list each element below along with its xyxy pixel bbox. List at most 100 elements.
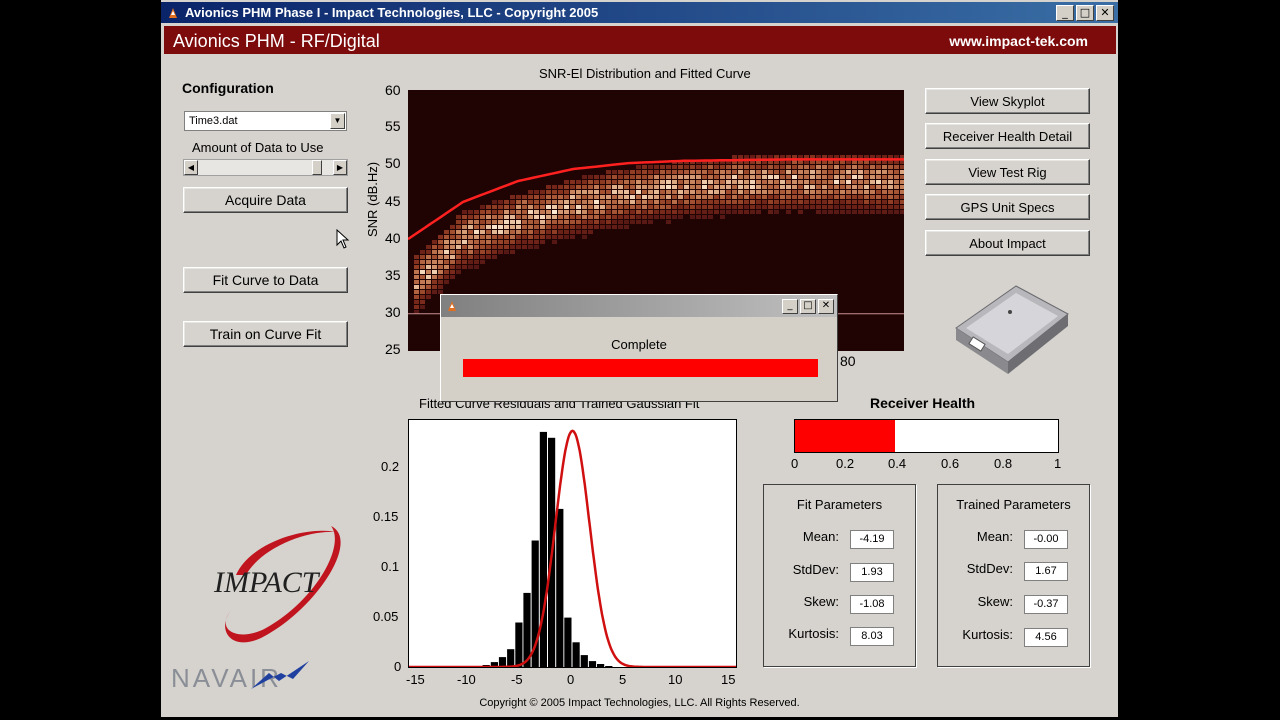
slider-right-arrow-icon[interactable]: ▶ bbox=[333, 160, 347, 175]
heatmap-cell bbox=[696, 165, 701, 169]
heatmap-cell bbox=[648, 210, 653, 214]
heatmap-cell bbox=[534, 210, 539, 214]
x-tick: 5 bbox=[619, 672, 627, 687]
heatmap-cell bbox=[414, 295, 419, 299]
fit-stddev-field[interactable]: 1.93 bbox=[850, 563, 894, 582]
heatmap-cell bbox=[438, 255, 443, 259]
configuration-select[interactable]: Time3.dat ▼ bbox=[184, 111, 347, 131]
heatmap-cell bbox=[648, 165, 653, 169]
heatmap-cell bbox=[414, 285, 419, 289]
heatmap-cell bbox=[732, 200, 737, 204]
heatmap-cell bbox=[534, 190, 539, 194]
heatmap-cell bbox=[498, 200, 503, 204]
heatmap-cell bbox=[696, 170, 701, 174]
heatmap-cell bbox=[834, 165, 839, 169]
heatmap-cell bbox=[438, 240, 443, 244]
heatmap-cell bbox=[876, 190, 881, 194]
dialog-maximize-button[interactable]: □ bbox=[800, 299, 816, 314]
view-test-rig-button[interactable]: View Test Rig bbox=[925, 159, 1090, 185]
fit-skew-field[interactable]: -1.08 bbox=[850, 595, 894, 614]
heatmap-cell bbox=[432, 240, 437, 244]
heatmap-cell bbox=[426, 280, 431, 284]
trained-kurtosis-field[interactable]: 4.56 bbox=[1024, 628, 1068, 647]
heatmap-cell bbox=[468, 245, 473, 249]
heatmap-cell bbox=[420, 305, 425, 309]
heatmap-cell bbox=[426, 260, 431, 264]
heatmap-cell bbox=[762, 200, 767, 204]
heatmap-cell bbox=[528, 245, 533, 249]
heatmap-cell bbox=[678, 165, 683, 169]
heatmap-cell bbox=[768, 210, 773, 214]
heatmap-cell bbox=[630, 180, 635, 184]
heatmap-cell bbox=[666, 190, 671, 194]
heatmap-cell bbox=[480, 255, 485, 259]
heatmap-cell bbox=[636, 200, 641, 204]
receiver-health-detail-button[interactable]: Receiver Health Detail bbox=[925, 123, 1090, 149]
heatmap-cell bbox=[534, 240, 539, 244]
heatmap-cell bbox=[816, 175, 821, 179]
heatmap-cell bbox=[690, 210, 695, 214]
acquire-data-button[interactable]: Acquire Data bbox=[183, 187, 348, 213]
heatmap-cell bbox=[804, 205, 809, 209]
heatmap-cell bbox=[558, 235, 563, 239]
heatmap-cell bbox=[708, 175, 713, 179]
trained-skew-field[interactable]: -0.37 bbox=[1024, 595, 1068, 614]
heatmap-cell bbox=[828, 195, 833, 199]
heatmap-cell bbox=[852, 170, 857, 174]
minimize-button[interactable]: _ bbox=[1056, 5, 1074, 21]
heatmap-cell bbox=[516, 225, 521, 229]
heatmap-cell bbox=[474, 255, 479, 259]
close-button[interactable]: ✕ bbox=[1096, 5, 1114, 21]
heatmap-cell bbox=[618, 220, 623, 224]
slider-thumb[interactable] bbox=[312, 160, 323, 175]
fit-stddev-label: StdDev: bbox=[792, 562, 839, 577]
heatmap-cell bbox=[456, 255, 461, 259]
window-titlebar: Avionics PHM Phase I - Impact Technologi… bbox=[161, 2, 1118, 23]
heatmap-cell bbox=[714, 200, 719, 204]
heatmap-cell bbox=[570, 185, 575, 189]
slider-left-arrow-icon[interactable]: ◀ bbox=[184, 160, 198, 175]
heatmap-cell bbox=[546, 235, 551, 239]
fit-kurtosis-field[interactable]: 8.03 bbox=[850, 627, 894, 646]
heatmap-cell bbox=[528, 215, 533, 219]
heatmap-cell bbox=[438, 250, 443, 254]
fit-curve-button[interactable]: Fit Curve to Data bbox=[183, 267, 348, 293]
fit-parameters-panel: Fit Parameters Mean: -4.19 StdDev: 1.93 … bbox=[763, 484, 916, 667]
heatmap-cell bbox=[696, 190, 701, 194]
heatmap-cell bbox=[582, 190, 587, 194]
heatmap-cell bbox=[720, 205, 725, 209]
heatmap-cell bbox=[774, 185, 779, 189]
maximize-button[interactable]: □ bbox=[1076, 5, 1094, 21]
heatmap-cell bbox=[522, 245, 527, 249]
heatmap-cell bbox=[786, 180, 791, 184]
heatmap-cell bbox=[744, 205, 749, 209]
gps-unit-specs-button[interactable]: GPS Unit Specs bbox=[925, 194, 1090, 220]
heatmap-cell bbox=[492, 245, 497, 249]
dialog-close-button[interactable]: ✕ bbox=[818, 299, 834, 314]
heatmap-cell bbox=[612, 215, 617, 219]
fit-mean-field[interactable]: -4.19 bbox=[850, 530, 894, 549]
heatmap-cell bbox=[810, 180, 815, 184]
amount-slider[interactable]: ◀ ▶ bbox=[183, 159, 348, 176]
heatmap-cell bbox=[462, 235, 467, 239]
heatmap-cell bbox=[636, 215, 641, 219]
heatmap-cell bbox=[846, 165, 851, 169]
heatmap-cell bbox=[762, 195, 767, 199]
heatmap-cell bbox=[660, 210, 665, 214]
heatmap-cell bbox=[894, 170, 899, 174]
trained-mean-field[interactable]: -0.00 bbox=[1024, 530, 1068, 549]
heatmap-cell bbox=[666, 180, 671, 184]
dialog-minimize-button[interactable]: _ bbox=[782, 299, 798, 314]
trained-stddev-field[interactable]: 1.67 bbox=[1024, 562, 1068, 581]
about-impact-button[interactable]: About Impact bbox=[925, 230, 1090, 256]
chevron-down-icon[interactable]: ▼ bbox=[330, 113, 345, 129]
train-button[interactable]: Train on Curve Fit bbox=[183, 321, 348, 347]
heatmap-cell bbox=[594, 220, 599, 224]
view-skyplot-button[interactable]: View Skyplot bbox=[925, 88, 1090, 114]
heatmap-cell bbox=[444, 270, 449, 274]
heatmap-cell bbox=[828, 210, 833, 214]
heatmap-cell bbox=[600, 200, 605, 204]
heatmap-cell bbox=[810, 175, 815, 179]
heatmap-cell bbox=[546, 200, 551, 204]
heatmap-cell bbox=[420, 265, 425, 269]
